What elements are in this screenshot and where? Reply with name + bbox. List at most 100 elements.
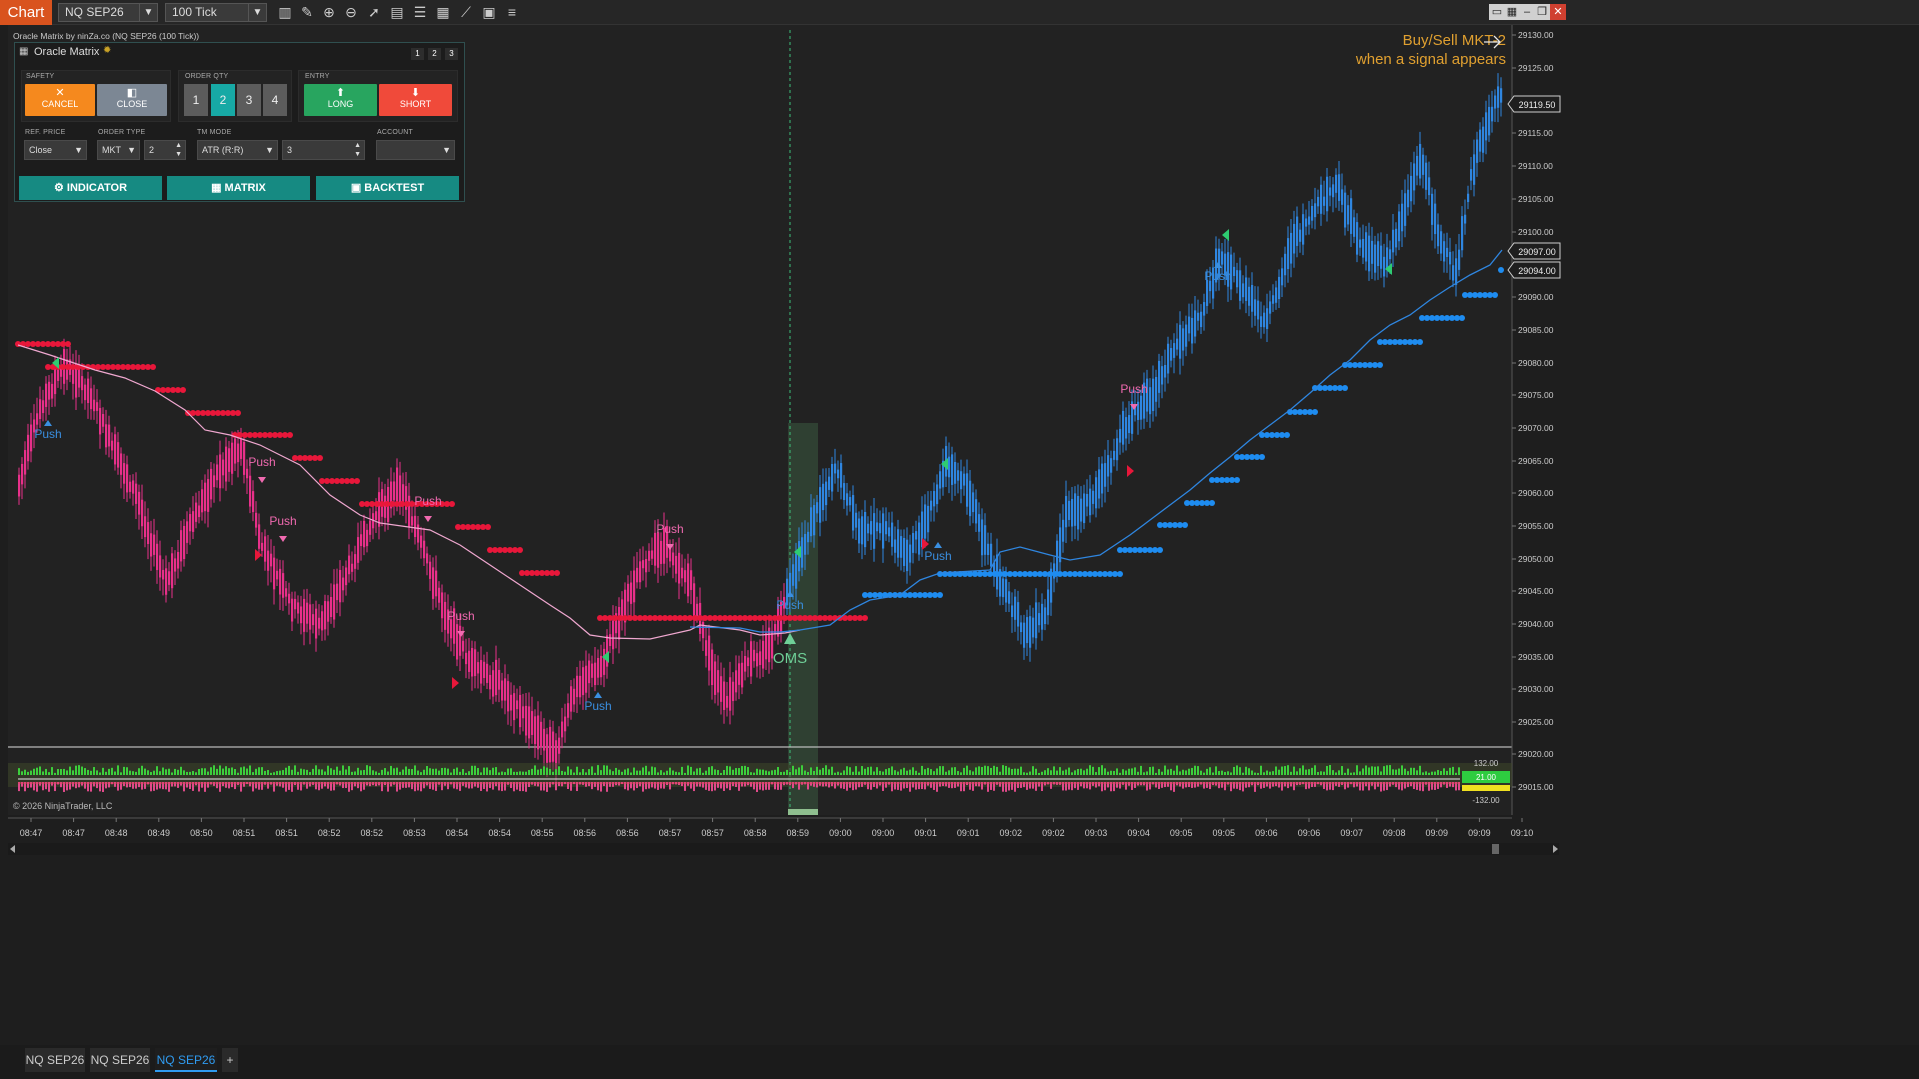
properties-icon[interactable]: ▣: [479, 3, 499, 22]
tm-ratio-stepper[interactable]: 3 ▲ ▼: [282, 140, 365, 160]
tm-mode-select[interactable]: ATR (R:R) ▼: [197, 140, 278, 160]
osc-bar-up: [219, 765, 221, 775]
matrix-button[interactable]: ▦ MATRIX: [167, 176, 310, 200]
osc-bar-up: [183, 770, 185, 775]
zoom-out-icon[interactable]: ⊖: [341, 3, 361, 22]
osc-bar-down: [1257, 782, 1259, 786]
osc-bar-up: [672, 770, 674, 775]
strategy-icon[interactable]: ▦: [433, 3, 453, 22]
bar-chart-icon[interactable]: ▥: [275, 3, 295, 22]
osc-bar-up: [627, 768, 629, 775]
candle-body: [252, 491, 255, 513]
osc-bar-up: [384, 768, 386, 775]
time-tick-label: 09:08: [1383, 828, 1406, 838]
osc-bar-up: [975, 767, 977, 775]
close-button[interactable]: ◧ CLOSE: [97, 84, 167, 116]
candle-body: [753, 649, 756, 662]
candle-body: [861, 516, 864, 545]
ref-price-select[interactable]: Close ▼: [24, 140, 87, 160]
order-type-select[interactable]: MKT ▼: [97, 140, 140, 160]
long-button[interactable]: ⬆ LONG: [304, 84, 377, 116]
candle-body: [360, 534, 363, 546]
osc-bar-up: [594, 772, 596, 775]
qty-button-3[interactable]: 3: [237, 84, 261, 116]
osc-bar-up: [738, 768, 740, 775]
template-icon[interactable]: ☰: [410, 3, 430, 22]
indicator-icon[interactable]: ⟋: [456, 3, 476, 22]
osc-bar-up: [1215, 766, 1217, 775]
page-button-3[interactable]: 3: [445, 48, 458, 60]
osc-bar-up: [228, 768, 230, 775]
list-icon[interactable]: ≡: [502, 3, 522, 22]
osc-bar-up: [981, 767, 983, 775]
price-tick-label: 29060.00: [1518, 488, 1554, 498]
backtest-button[interactable]: ▣ BACKTEST: [316, 176, 459, 200]
tab-nq-sep26-1[interactable]: NQ SEP26: [25, 1048, 85, 1072]
candle-body: [918, 522, 921, 555]
horizontal-scrollbar[interactable]: [8, 843, 1559, 855]
osc-bar-up: [654, 767, 656, 775]
add-tab-button[interactable]: +: [222, 1048, 238, 1072]
candle-body: [219, 454, 222, 489]
interval-selector[interactable]: 100 Tick ▼: [165, 3, 267, 22]
zoom-in-icon[interactable]: ⊕: [319, 3, 339, 22]
trail-price-marker: 29094.00: [1507, 261, 1561, 279]
osc-bar-up: [501, 771, 503, 775]
matrix-button-label: MATRIX: [224, 182, 266, 194]
tm-ratio-value: 3: [287, 145, 293, 155]
draw-pencil-icon[interactable]: ✎: [297, 3, 317, 22]
indicator-button[interactable]: ⚙ INDICATOR: [19, 176, 162, 200]
time-tick-label: 09:09: [1468, 828, 1491, 838]
osc-bar-up: [372, 770, 374, 775]
osc-bar-up: [357, 767, 359, 775]
restore-icon[interactable]: ❐: [1534, 4, 1550, 20]
osc-bar-up: [1323, 771, 1325, 775]
candle-body: [597, 657, 600, 678]
chart-title-tab[interactable]: Chart: [0, 0, 52, 25]
qty-button-2[interactable]: 2: [211, 84, 235, 116]
cancel-button[interactable]: ✕ CANCEL: [25, 84, 95, 116]
account-select[interactable]: ▼: [376, 140, 455, 160]
osc-bar-up: [462, 769, 464, 775]
instrument-selector[interactable]: NQ SEP26 ▼: [58, 3, 158, 22]
bull-stop-dot: [1234, 477, 1240, 483]
qty-button-1[interactable]: 1: [184, 84, 208, 116]
minimize-icon[interactable]: –: [1519, 4, 1535, 20]
data-box-icon[interactable]: ▤: [387, 3, 407, 22]
osc-bar-up: [999, 771, 1001, 775]
pointer-icon[interactable]: ➚: [364, 3, 384, 22]
osc-bar-up: [339, 770, 341, 775]
candle-body: [867, 523, 870, 534]
order-offset-stepper[interactable]: 2 ▲ ▼: [144, 140, 186, 160]
page-button-1[interactable]: 1: [411, 48, 424, 60]
candle-body: [735, 670, 738, 693]
window-grid-icon[interactable]: ▦: [1504, 4, 1520, 20]
oracle-panel-header[interactable]: ▦ Oracle Matrix ✹ 1 2 3: [15, 43, 464, 63]
qty-button-4[interactable]: 4: [263, 84, 287, 116]
time-tick-label: 08:52: [361, 828, 384, 838]
candle-body: [987, 543, 990, 556]
page-button-2[interactable]: 2: [428, 48, 441, 60]
close-icon[interactable]: ✕: [1550, 4, 1566, 20]
window-tile-icon[interactable]: ▭: [1489, 4, 1505, 20]
candle-body: [888, 527, 891, 537]
oracle-matrix-panel: ▦ Oracle Matrix ✹ 1 2 3 SAFETY ✕ CANCEL …: [14, 42, 465, 202]
bear-stop-dot: [354, 478, 360, 484]
candle-body: [840, 463, 843, 488]
candle-body: [1500, 88, 1503, 103]
candle-body: [465, 652, 468, 665]
scrollbar-thumb[interactable]: [1492, 844, 1499, 854]
candle-body: [768, 627, 771, 663]
osc-bar-up: [1251, 770, 1253, 775]
candle-body: [159, 555, 162, 578]
candle-body: [39, 399, 42, 420]
tab-nq-sep26-3[interactable]: NQ SEP26: [155, 1048, 217, 1072]
short-button[interactable]: ⬇ SHORT: [379, 84, 452, 116]
osc-bar-up: [660, 770, 662, 775]
tab-nq-sep26-2[interactable]: NQ SEP26: [90, 1048, 150, 1072]
osc-bar-up: [783, 771, 785, 775]
candle-body: [246, 468, 249, 479]
osc-bar-up: [1416, 770, 1418, 775]
osc-bar-down: [384, 782, 386, 786]
osc-bar-up: [711, 766, 713, 775]
